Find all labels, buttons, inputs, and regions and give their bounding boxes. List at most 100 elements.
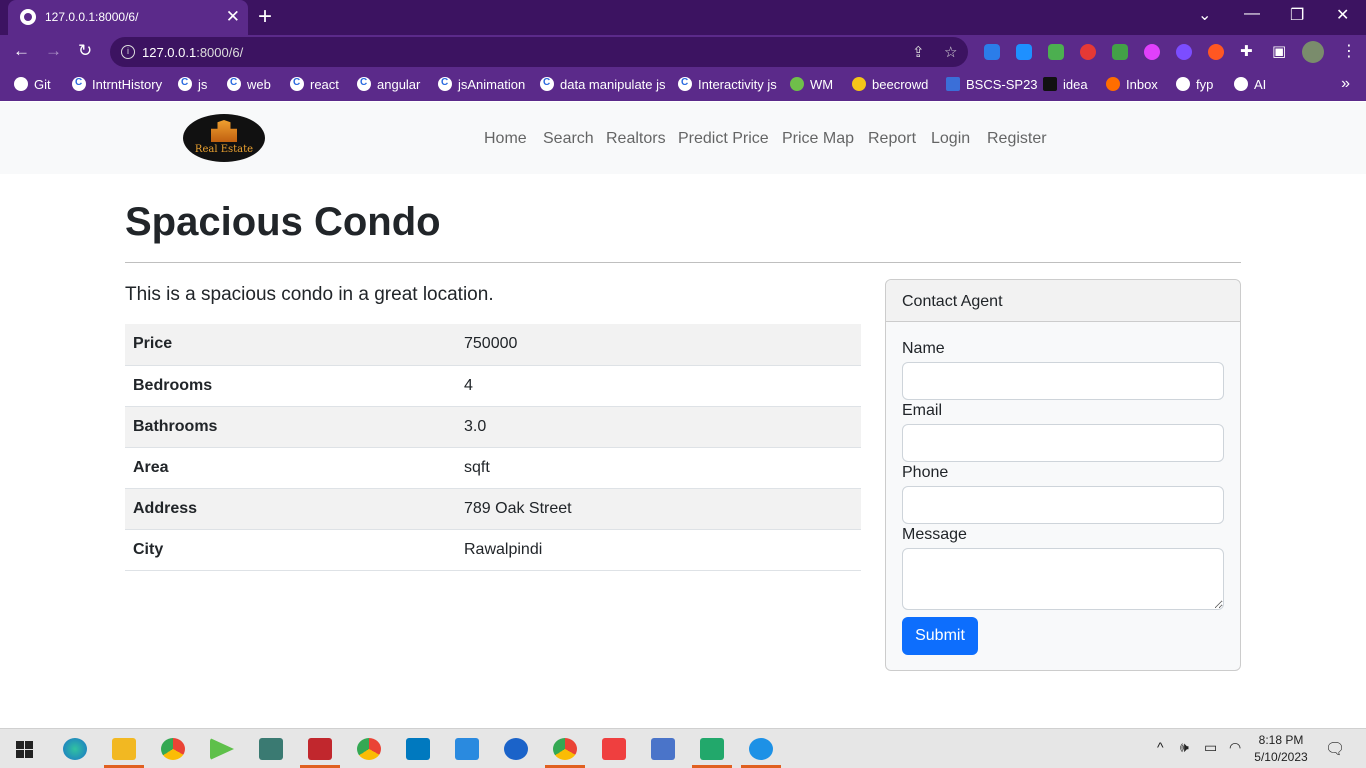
url-text[interactable]: 127.0.0.1:8000/6/ <box>142 45 243 60</box>
globe-icon <box>1234 77 1248 91</box>
file-explorer-icon[interactable] <box>112 738 136 760</box>
bookmark-intrnthistory[interactable]: IntrntHistory <box>72 77 162 92</box>
bookmark-web[interactable]: web <box>227 77 271 92</box>
building-icon <box>211 120 237 142</box>
detail-label: Bedrooms <box>125 365 456 407</box>
bookmark-js[interactable]: js <box>178 77 207 92</box>
notification-icon[interactable]: 🗨 <box>1325 739 1345 759</box>
extension-icon[interactable] <box>984 44 1000 60</box>
windows-start-icon[interactable] <box>16 741 33 758</box>
extension-icon[interactable] <box>1208 44 1224 60</box>
contact-agent-card: Contact Agent Name Email Phone Message S… <box>885 279 1241 671</box>
nav-predict-price[interactable]: Predict Price <box>678 130 769 148</box>
filezilla-icon[interactable] <box>308 738 332 760</box>
bookmark-idea[interactable]: idea <box>1043 77 1088 92</box>
extension-icon[interactable] <box>1112 44 1128 60</box>
message-field[interactable] <box>902 548 1224 610</box>
bookmark-ai[interactable]: AI <box>1234 77 1266 92</box>
chrome-active-icon[interactable] <box>553 738 577 760</box>
back-arrow-icon[interactable]: ← <box>13 41 30 61</box>
trello-icon[interactable] <box>406 738 430 760</box>
speaker-icon[interactable]: 🕪 <box>1180 739 1189 756</box>
bookmark-star-icon[interactable]: ☆ <box>944 43 957 61</box>
bookmark-c-icon <box>540 77 554 91</box>
extension-icon[interactable] <box>1176 44 1192 60</box>
bookmark-c-icon <box>290 77 304 91</box>
bookmark-c-icon <box>227 77 241 91</box>
bookmark-react[interactable]: react <box>290 77 339 92</box>
site-info-icon[interactable]: i <box>121 45 135 59</box>
nav-login[interactable]: Login <box>931 130 970 148</box>
bookmark-jsanimation[interactable]: jsAnimation <box>438 77 525 92</box>
table-row: Area sqft <box>125 447 861 489</box>
share-icon[interactable]: ⇪ <box>912 43 925 61</box>
email-field[interactable] <box>902 424 1224 462</box>
detail-value: 3.0 <box>456 406 861 448</box>
nav-register[interactable]: Register <box>987 130 1047 148</box>
extension-icon[interactable] <box>1016 44 1032 60</box>
listing-description: This is a spacious condo in a great loca… <box>125 284 494 305</box>
phone-label: Phone <box>902 464 949 481</box>
forward-arrow-icon[interactable]: → <box>45 41 62 61</box>
submit-button[interactable]: Submit <box>902 617 978 655</box>
chrome-profile-icon[interactable] <box>357 738 381 760</box>
restore-icon[interactable]: ❐ <box>1290 5 1304 25</box>
profile-avatar[interactable] <box>1302 41 1324 63</box>
bookmark-fyp[interactable]: fyp <box>1176 77 1213 92</box>
chevron-up-icon[interactable]: ^ <box>1157 739 1164 755</box>
network-app-icon[interactable] <box>651 738 675 760</box>
github-icon <box>14 77 28 91</box>
nav-home[interactable]: Home <box>484 130 527 148</box>
docker-icon[interactable] <box>749 738 773 760</box>
name-label: Name <box>902 340 945 357</box>
chrome-icon[interactable] <box>161 738 185 760</box>
bookmark-beecrowd[interactable]: beecrowd <box>852 77 928 92</box>
bookmark-wm[interactable]: WM <box>790 77 833 92</box>
extension-icon[interactable] <box>1048 44 1064 60</box>
reload-icon[interactable]: ↻ <box>78 41 92 61</box>
system-clock[interactable]: 8:18 PM 5/10/2023 <box>1250 732 1312 766</box>
wifi-icon[interactable]: ◠ <box>1229 739 1241 756</box>
app-icon[interactable] <box>259 738 283 760</box>
bookmark-angular[interactable]: angular <box>357 77 420 92</box>
bookmark-data-manipulate-js[interactable]: data manipulate js <box>540 77 666 92</box>
close-window-icon[interactable]: ✕ <box>1336 5 1349 25</box>
address-bar[interactable]: i 127.0.0.1:8000/6/ ⇪ ☆ <box>110 37 968 67</box>
tab-close-icon[interactable]: ✕ <box>226 7 240 27</box>
puzzle-icon[interactable]: ✚ <box>1240 42 1253 60</box>
menu-kebab-icon[interactable]: ⋮ <box>1341 41 1357 61</box>
windows-taskbar: ^ 🕪 ▭ ◠ 8:18 PM 5/10/2023 🗨 <box>0 728 1366 768</box>
vscode-insiders-icon[interactable] <box>700 738 724 760</box>
bookmark-interactivity-js[interactable]: Interactivity js <box>678 77 777 92</box>
bookmark-inbox[interactable]: Inbox <box>1106 77 1158 92</box>
name-field[interactable] <box>902 362 1224 400</box>
nav-price-map[interactable]: Price Map <box>782 130 854 148</box>
vscode-icon[interactable] <box>455 738 479 760</box>
bookmark-bscs-sp23[interactable]: BSCS-SP23 <box>946 77 1038 92</box>
classroom-icon <box>946 77 960 91</box>
detail-label: Price <box>125 324 456 366</box>
play-icon <box>790 77 804 91</box>
property-details-table: Price 750000 Bedrooms 4 Bathrooms 3.0 Ar… <box>125 324 861 571</box>
bookmarks-bar: Git IntrntHistory js web react angular j… <box>0 69 1366 101</box>
extension-icon[interactable] <box>1144 44 1160 60</box>
nav-realtors[interactable]: Realtors <box>606 130 666 148</box>
bookmark-c-icon <box>678 77 692 91</box>
extension-icon[interactable] <box>1080 44 1096 60</box>
side-panel-icon[interactable]: ▣ <box>1272 42 1286 60</box>
nav-search[interactable]: Search <box>543 130 594 148</box>
bookmarks-overflow-icon[interactable]: » <box>1341 75 1350 93</box>
phone-field[interactable] <box>902 486 1224 524</box>
git-client-icon[interactable] <box>602 738 626 760</box>
browser-tab[interactable]: 127.0.0.1:8000/6/ ✕ <box>8 0 248 35</box>
battery-icon[interactable]: ▭ <box>1204 739 1217 756</box>
site-logo[interactable]: Real Estate <box>183 114 265 162</box>
play-icon[interactable] <box>210 738 234 760</box>
bookmark-git[interactable]: Git <box>14 77 51 92</box>
app-icon[interactable] <box>504 738 528 760</box>
new-tab-button[interactable]: + <box>258 4 272 30</box>
minimize-icon[interactable]: — <box>1244 5 1260 23</box>
edge-icon[interactable] <box>63 738 87 760</box>
tab-search-icon[interactable]: ⌄ <box>1198 5 1211 25</box>
nav-report[interactable]: Report <box>868 130 916 148</box>
